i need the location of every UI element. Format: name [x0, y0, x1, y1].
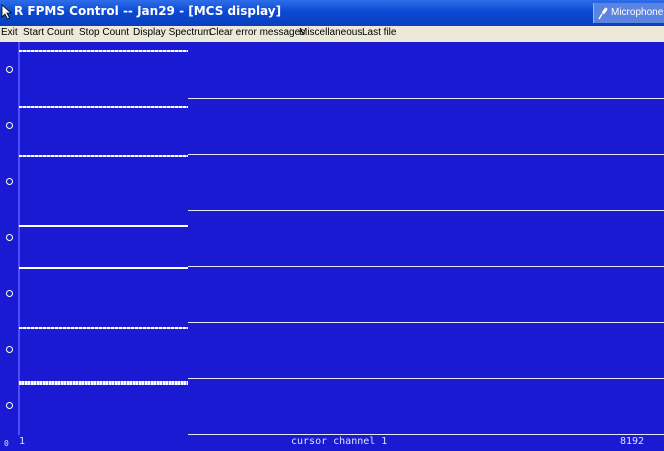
menu-last-file[interactable]: Last file: [362, 27, 396, 38]
channel-footer: 0 1 cursor channel 1 8192: [0, 435, 664, 451]
microphone-button[interactable]: Microphone: [593, 3, 664, 23]
trace-panel-6: [19, 327, 188, 329]
menu-stop-count[interactable]: Stop Count: [79, 27, 129, 38]
panel-marker-6: [6, 346, 13, 353]
panel-divider: [188, 210, 664, 211]
menu-display-spectrum[interactable]: Display Spectrum: [133, 27, 211, 38]
trace-panel-2: [19, 106, 188, 108]
trace-panel-7: [19, 381, 188, 385]
panel-sidebar: [0, 42, 20, 435]
spectrum-plot-area[interactable]: [19, 42, 664, 435]
trace-panel-4: [19, 225, 188, 227]
menu-miscellaneous[interactable]: Miscellaneous: [299, 27, 362, 38]
title-bar: R FPMS Control -- Jan29 - [MCS display] …: [0, 0, 664, 26]
microphone-icon: [598, 7, 608, 20]
app-cursor-icon: [1, 4, 13, 20]
panel-divider: [188, 378, 664, 379]
window-title: R FPMS Control -- Jan29 - [MCS display]: [14, 4, 282, 18]
panel-marker-4: [6, 234, 13, 241]
panel-marker-1: [6, 66, 13, 73]
panel-divider: [188, 154, 664, 155]
panel-marker-3: [6, 178, 13, 185]
cursor-channel-readout: cursor channel 1: [291, 436, 388, 447]
start-channel-label: 1: [19, 436, 26, 447]
trace-panel-1: [19, 50, 188, 52]
panel-marker-5: [6, 290, 13, 297]
trace-panel-5: [19, 267, 188, 269]
panel-divider: [188, 322, 664, 323]
footer-left-marker: 0: [4, 439, 9, 448]
menu-exit[interactable]: Exit: [1, 27, 18, 38]
menu-bar: Exit Start Count Stop Count Display Spec…: [0, 26, 664, 43]
trace-panel-3: [19, 155, 188, 157]
microphone-label: Microphone: [611, 7, 664, 18]
panel-marker-2: [6, 122, 13, 129]
panel-marker-7: [6, 402, 13, 409]
end-channel-label: 8192: [620, 436, 645, 447]
panel-divider: [188, 98, 664, 99]
panel-divider: [188, 266, 664, 267]
mcs-display[interactable]: 0 1 cursor channel 1 8192: [0, 42, 664, 451]
menu-clear-error-messages[interactable]: Clear error messages: [209, 27, 305, 38]
menu-start-count[interactable]: Start Count: [23, 27, 74, 38]
